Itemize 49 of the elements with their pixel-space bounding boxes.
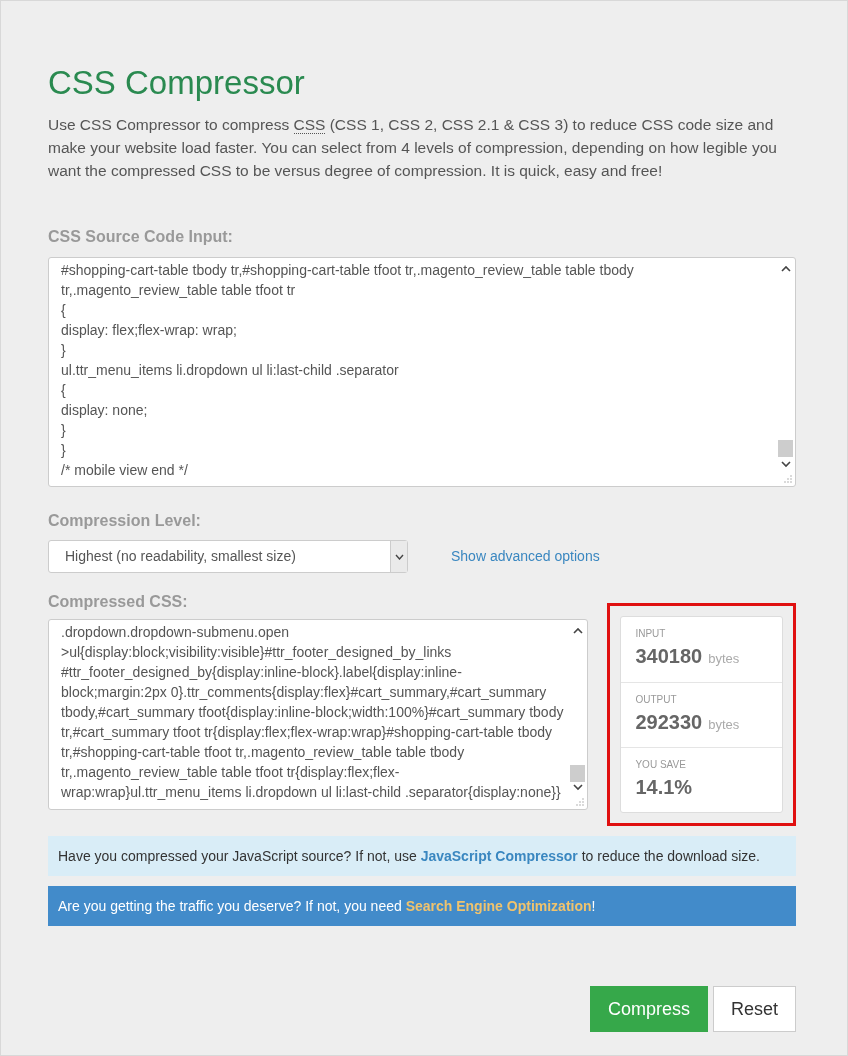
code-line: >ul{display:block;visibility:visible}#ttr_footer_designed_by_links (61, 643, 453, 662)
compression-select[interactable]: Highest (no readability, smallest size) (48, 540, 408, 573)
stat-label: OUTPUT (635, 693, 678, 707)
code-line: tr,.magento_review_table table tfoot tr{display:flex;flex- (61, 763, 401, 782)
scroll-thumb[interactable] (778, 440, 793, 457)
code-line: } (61, 441, 67, 460)
code-line: tbody,#cart_summary tfoot{display:inline-block;width:100%}#cart_summary tbody (61, 703, 564, 722)
code-line: ul.ttr_menu_items li.dropdown ul li:last-child .separator (61, 361, 400, 380)
output-label: Compressed CSS: (48, 592, 189, 612)
code-line: display: flex;flex-wrap: wrap; (61, 321, 238, 340)
reset-button[interactable]: Reset (712, 986, 796, 1032)
advanced-options-link[interactable]: Show advanced options (451, 546, 600, 567)
code-line: #shopping-cart-table tbody tr,#shopping-cart-table tfoot tr,.magento_review_table table tbody (61, 261, 635, 280)
stat-value: 292330 (635, 710, 703, 735)
select-value: Highest (no readability, smallest size) (64, 547, 296, 566)
stat-label: INPUT (635, 627, 667, 641)
notice-text: Have you compressed your JavaScript source? If not, use JavaScript Compressor to reduce the download size. (58, 846, 760, 866)
notice-link[interactable]: Search Engine Optimization (405, 897, 592, 914)
code-line: wrap:wrap}ul.ttr_menu_items li.dropdown ul li:last-child .separator{display:none}} (61, 783, 562, 802)
code-line: /* mobile view end */ (61, 461, 189, 480)
dropdown-caret-icon (394, 553, 404, 560)
notice-text: Are you getting the traffic you deserve? If not, you need Search Engine Optimization! (58, 896, 596, 916)
stat-label: YOU SAVE (635, 758, 687, 772)
code-line: #ttr_footer_designed_by{display:inline-block}.label{display:inline- (61, 663, 463, 682)
code-line: .dropdown.dropdown-submenu.open (61, 623, 291, 642)
compressed-css-textarea[interactable] (48, 619, 589, 810)
notice-link[interactable]: JavaScript Compressor (420, 847, 578, 864)
code-line: tr,#cart_summary tfoot tr{display:flex;flex-wrap:wrap}#shopping-cart-table tbody (61, 723, 553, 742)
resize-grip-icon[interactable] (576, 798, 585, 806)
code-line: tr,.magento_review_table table tfoot tr (61, 281, 297, 300)
stat-unit: bytes (708, 650, 740, 668)
stat-value: 340180 (635, 644, 703, 669)
resize-grip-icon[interactable] (784, 475, 792, 483)
code-line: { (61, 301, 67, 320)
scroll-thumb[interactable] (570, 765, 586, 782)
compress-button[interactable]: Compress (589, 986, 708, 1032)
code-line: } (61, 421, 67, 440)
code-line: } (61, 341, 67, 360)
compression-label: Compression Level: (48, 511, 202, 531)
code-line: { (61, 381, 67, 400)
code-line: block;margin:2px 0}.ttr_comments{display:flex}#cart_summary,#cart_summary (61, 683, 548, 702)
intro-paragraph: Use CSS Compressor to compress CSS (CSS 1, CSS 2, CSS 2.1 & CSS 3) to reduce CSS code size and make your website load faster. You can select from 4 levels of compression, depending on how legible you want the compressed CSS to be versus degree of compression. It is quick, easy and free! (48, 115, 778, 181)
stat-value: 14.1% (635, 775, 693, 800)
source-code-textarea[interactable] (48, 257, 796, 487)
code-line: tr,#shopping-cart-table tfoot tr,.magento_review_table table tbody (61, 743, 466, 762)
stat-unit: bytes (708, 716, 740, 734)
code-line: display: none; (61, 401, 149, 420)
page-title: CSS Compressor (48, 63, 306, 103)
source-label: CSS Source Code Input: (48, 227, 234, 247)
